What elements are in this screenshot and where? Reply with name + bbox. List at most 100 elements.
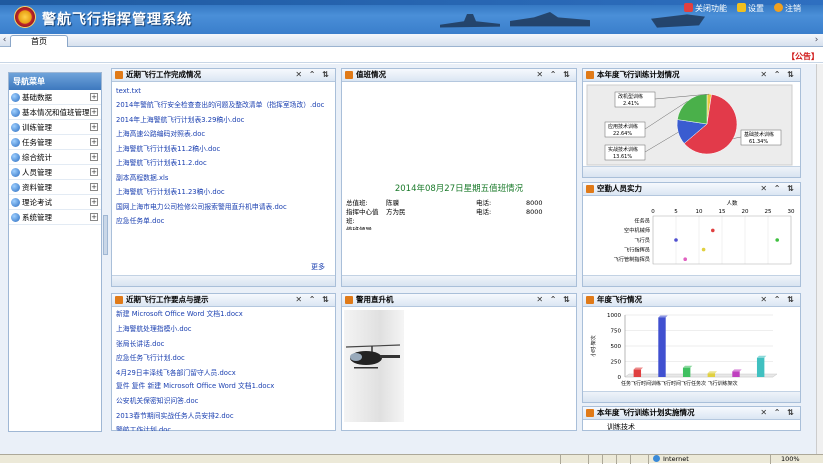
document-link[interactable]: 张局长讲话.doc — [112, 337, 335, 352]
browser-status-bar: Internet 100% — [0, 454, 823, 464]
y-category-label: 飞行员 — [634, 236, 650, 244]
expand-icon[interactable]: + — [90, 213, 98, 221]
expand-icon[interactable]: + — [90, 183, 98, 191]
expand-icon[interactable]: + — [90, 153, 98, 161]
sidebar-item[interactable]: 理论考试 + — [9, 195, 101, 210]
expand-icon[interactable]: + — [90, 123, 98, 131]
panel-header: 本年度飞行训练计划情况 ✕ ⌃ ⇅ — [583, 69, 800, 82]
document-link[interactable]: 公安机关保密知识问答.doc — [112, 394, 335, 409]
document-link[interactable]: 上海警航飞行计划表11.2.doc — [112, 156, 335, 171]
panel-controls[interactable]: ✕ ⌃ ⇅ — [760, 69, 796, 81]
duty-table: 总值班: 陈骥 电话: 8000 指挥中心值班: 方为民 电话: 8000 值班领导 — [346, 199, 543, 230]
sidebar-item-label: 基本情况和值班管理 — [22, 108, 90, 117]
bar-top — [658, 315, 668, 318]
panel-title: 年度飞行情况 — [597, 295, 642, 304]
panel-controls[interactable]: ✕ ⌃ ⇅ — [760, 407, 796, 419]
logout-link[interactable]: 注销 — [774, 3, 801, 14]
document-link[interactable]: 应急任务飞行计划.doc — [112, 351, 335, 366]
panel-header: 近期飞行工作完成情况 ✕ ⌃ ⇅ — [112, 69, 335, 82]
sidebar-item[interactable]: 资料管理 + — [9, 180, 101, 195]
bar-top — [707, 371, 718, 374]
sidebar-menu-list: 基础数据 + 基本情况和值班管理 + 训练管理 + 任务管理 + 综合统计 + 人员管理 + 资料管理 +… — [9, 90, 101, 225]
sidebar-item[interactable]: 任务管理 + — [9, 135, 101, 150]
sidebar-item-label: 系统管理 — [22, 213, 52, 222]
document-link[interactable]: 2013春节期间实战任务人员安排2.doc — [112, 409, 335, 424]
panel-icon — [586, 71, 594, 79]
tab-scroll-left-icon[interactable]: ‹ — [0, 35, 9, 46]
x-tick-label: 30 — [788, 209, 795, 215]
expand-icon[interactable]: + — [90, 93, 98, 101]
pie-slice-percent: 2.41% — [623, 101, 639, 107]
expand-icon[interactable]: + — [90, 198, 98, 206]
pie-slice-percent: 61.34% — [749, 139, 768, 145]
sidebar-item[interactable]: 人员管理 + — [9, 165, 101, 180]
y-tick-label: 250 — [611, 360, 622, 366]
settings-link[interactable]: 设置 — [737, 3, 764, 14]
training-pie-chart: 改机型训练2.41% 应用技术训练22.64% 实战技术训练13.61% 基础技术训练… — [586, 84, 793, 166]
close-function-link[interactable]: 关闭功能 — [684, 3, 727, 14]
panel-controls[interactable]: ✕ ⌃ ⇅ — [295, 294, 331, 306]
document-link[interactable]: 应急任务单.doc — [112, 214, 335, 229]
document-link[interactable]: 上海高速公路编码对照表.doc — [112, 127, 335, 142]
sidebar-item-label: 资料管理 — [22, 183, 52, 192]
panel-header: 值班情况 ✕ ⌃ ⇅ — [342, 69, 576, 82]
expand-icon[interactable]: + — [90, 168, 98, 176]
document-link[interactable]: text.txt — [112, 84, 335, 99]
document-link[interactable]: 国网上海市电力公司检修公司报索警用直升机申请表.doc — [112, 200, 335, 215]
settings-icon — [737, 3, 746, 12]
sidebar-item[interactable]: 训练管理 + — [9, 120, 101, 135]
tab-home[interactable]: 首页 — [10, 35, 68, 47]
panel-controls[interactable]: ✕ ⌃ ⇅ — [760, 183, 796, 195]
pie-slice-name: 应用技术训练 — [608, 123, 638, 130]
panel-police-helicopter: 警用直升机 ✕ ⌃ ⇅ — [341, 293, 577, 431]
panel-footer — [112, 275, 335, 286]
document-link[interactable]: 4月29日丰泽线飞各部门留守人员.docx — [112, 366, 335, 381]
document-link[interactable]: 新建 Microsoft Office Word 文档1.docx — [112, 308, 335, 322]
menu-folder-icon — [11, 138, 20, 147]
announcement-link[interactable]: 【公告】 — [787, 51, 819, 62]
tab-scroll-right-icon[interactable]: › — [812, 35, 821, 46]
panel-title: 警用直升机 — [356, 295, 394, 304]
panel-icon — [586, 296, 594, 304]
menu-folder-icon — [11, 93, 20, 102]
y-tick-label: 750 — [611, 329, 622, 335]
document-link[interactable]: 2014年警航飞行安全检查查出的问题及整改清单（指挥室场改）.doc — [112, 99, 335, 113]
duty-row: 总值班: 陈骥 电话: 8000 — [346, 199, 543, 207]
document-link[interactable]: 复件 复件 新建 Microsoft Office Word 文档1.docx — [112, 380, 335, 394]
x-tick-label: 25 — [765, 209, 772, 215]
expand-icon[interactable]: + — [90, 138, 98, 146]
document-link[interactable]: 副本高程数据.xls — [112, 171, 335, 186]
panel-controls[interactable]: ✕ ⌃ ⇅ — [536, 294, 572, 306]
staff-scatter-chart: 人数 0 5 10 15 20 25 30 任务员空中机械师飞行员飞行指挥员飞行管制指挥员 — [614, 199, 795, 265]
menu-folder-icon — [11, 183, 20, 192]
panel-controls[interactable]: ✕ ⌃ ⇅ — [536, 69, 572, 81]
aircraft-silhouette-decoration — [440, 14, 500, 28]
panel-icon — [345, 296, 353, 304]
panel-footer — [583, 166, 800, 177]
panel-controls[interactable]: ✕ ⌃ ⇅ — [760, 294, 796, 306]
sidebar-item[interactable]: 基本情况和值班管理 + — [9, 105, 101, 120]
menu-folder-icon — [11, 153, 20, 162]
scatter-point — [674, 238, 678, 242]
more-link[interactable]: 更多 — [311, 262, 325, 272]
document-link[interactable]: 上海警航飞行计划表11.23稿小.doc — [112, 185, 335, 200]
panel-controls[interactable]: ✕ ⌃ ⇅ — [295, 69, 331, 81]
sidebar-item[interactable]: 系统管理 + — [9, 210, 101, 225]
sidebar-collapse-handle[interactable] — [103, 215, 108, 255]
document-link[interactable]: 上海警航处理指模小.doc — [112, 322, 335, 337]
bar — [707, 373, 716, 377]
panel-work-points: 近期飞行工作要点与提示 ✕ ⌃ ⇅ 新建 Microsoft Office Wor… — [111, 293, 336, 431]
document-link[interactable]: 上海警航飞行计划表11.2稿小.doc — [112, 142, 335, 157]
expand-icon[interactable]: + — [90, 108, 98, 116]
sidebar-item[interactable]: 综合统计 + — [9, 150, 101, 165]
x-tick-label: 5 — [674, 209, 678, 215]
panel-year-flight: 年度飞行情况 ✕ ⌃ ⇅ 0 250 500 750 1000 小时·架次 任务飞行时间训练飞… — [582, 293, 801, 403]
pie-slice-percent: 22.64% — [613, 131, 632, 137]
page-vertical-scrollbar[interactable] — [816, 64, 823, 454]
sidebar-item[interactable]: 基础数据 + — [9, 90, 101, 105]
helicopter-window — [350, 353, 362, 361]
panel-title: 近期飞行工作完成情况 — [126, 70, 201, 79]
document-link[interactable]: 2014年上海警航飞行计划表3.29稿小.doc — [112, 113, 335, 128]
document-link[interactable]: 警航工作计划.doc — [112, 423, 335, 431]
year-flight-bar-chart: 02505007501000小时·架次任务飞行时间训练飞行时间飞行任务次 飞行训… — [590, 313, 778, 387]
